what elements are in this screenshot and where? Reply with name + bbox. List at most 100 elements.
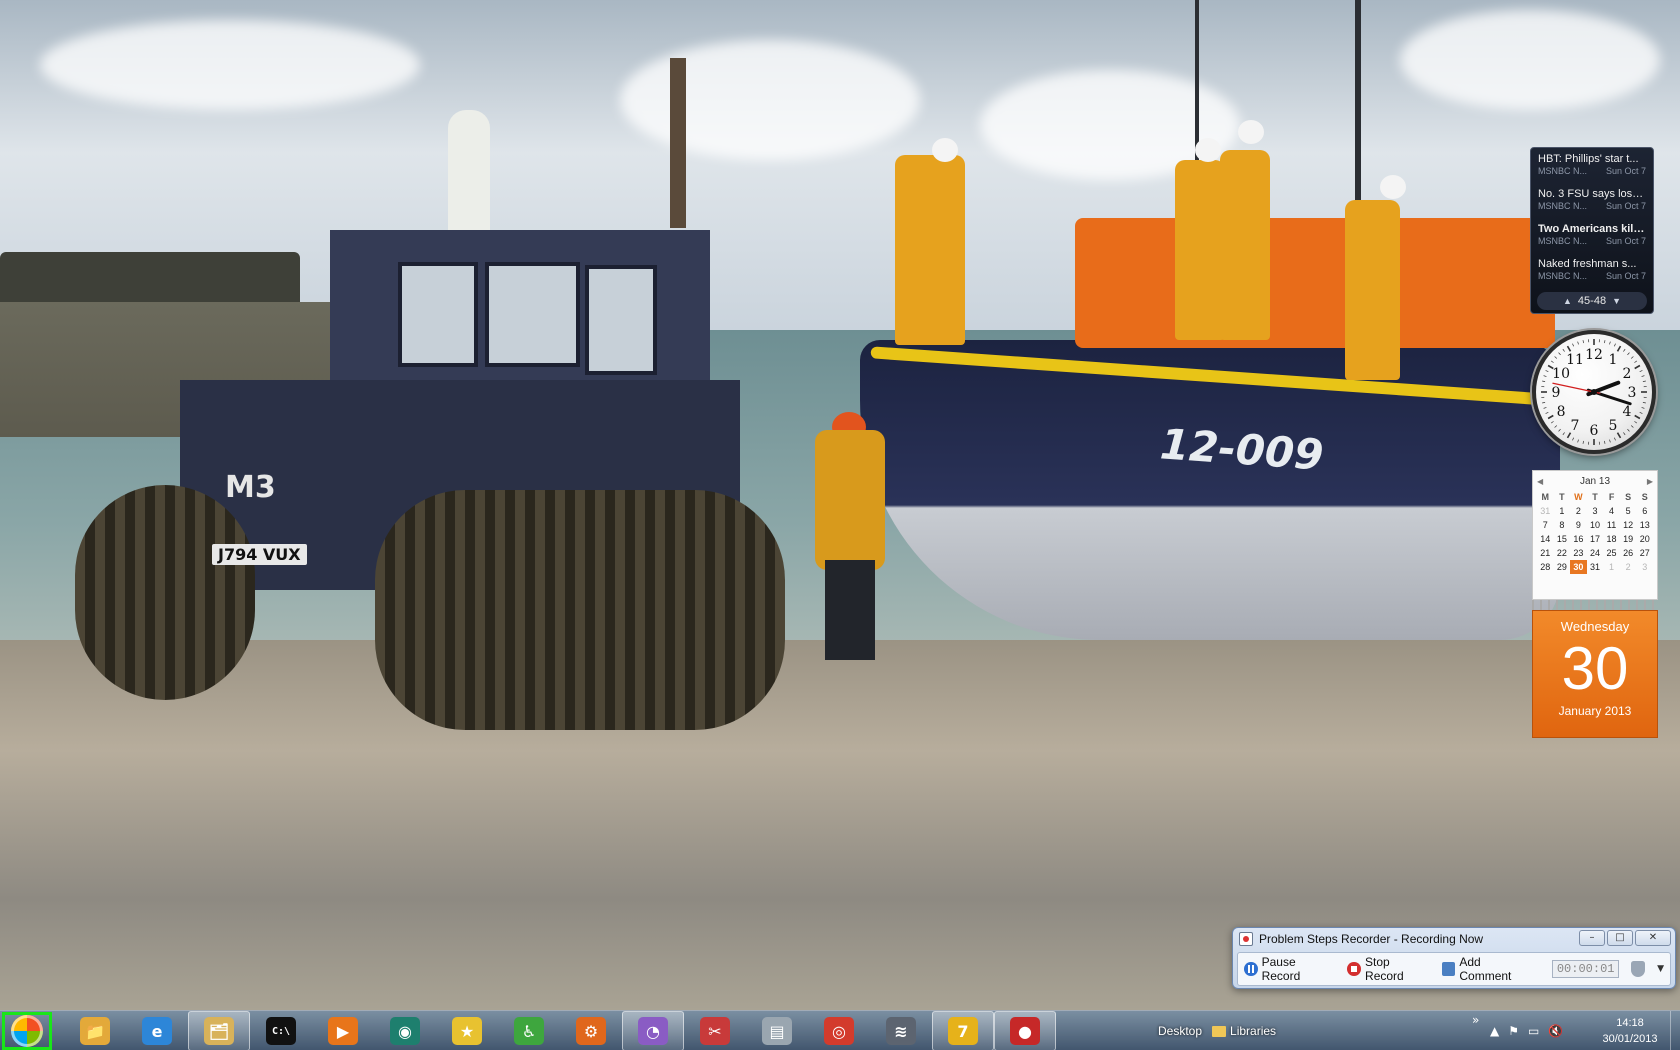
taskbar-button-accessibility[interactable]: ♿ xyxy=(498,1011,560,1050)
clock-numeral: 1 xyxy=(1609,352,1618,368)
taskbar-button-explorer-folders[interactable]: 📁 xyxy=(64,1011,126,1050)
calendar-day-cell[interactable]: 6 xyxy=(1636,504,1653,518)
show-hidden-icons-arrow-icon[interactable]: ▲ xyxy=(1490,1024,1499,1038)
clock-tick xyxy=(1577,341,1579,345)
calendar-day-cell[interactable]: 20 xyxy=(1636,532,1653,546)
calendar-day-cell[interactable]: 3 xyxy=(1587,504,1604,518)
calendar-day-cell[interactable]: 29 xyxy=(1554,560,1571,574)
calendar-day-cell[interactable]: 28 xyxy=(1537,560,1554,574)
wallpaper-crew-member xyxy=(895,155,965,345)
calendar-gadget: ◀ Jan 13 ▶ M T W T F S S 31 1 2 3 4 5 6 7 8 9 10 11 12 13 14 1… xyxy=(1532,470,1658,738)
calendar-weekday-header: M xyxy=(1541,492,1550,502)
calendar-day-cell[interactable]: 31 xyxy=(1587,560,1604,574)
calendar-day-cell[interactable]: 16 xyxy=(1570,532,1587,546)
taskbar-button-app-cache[interactable]: ⚙ xyxy=(560,1011,622,1050)
taskbar-button-disk-analyzer[interactable]: ◔ xyxy=(622,1011,684,1050)
taskbar-button-chrome[interactable]: ◎ xyxy=(808,1011,870,1050)
taskbar-button-internet-explorer[interactable]: e xyxy=(126,1011,188,1050)
calendar-day-cell[interactable]: 4 xyxy=(1603,504,1620,518)
maximize-button[interactable]: □ xyxy=(1607,930,1633,946)
desktop-toolbar[interactable]: Desktop xyxy=(1158,1024,1202,1038)
taskbar-button-media-player[interactable]: ▶ xyxy=(312,1011,374,1050)
taskbar-button-media-center[interactable]: ◉ xyxy=(374,1011,436,1050)
libraries-toolbar[interactable]: Libraries xyxy=(1212,1024,1276,1038)
calendar-next-month-button[interactable]: ▶ xyxy=(1647,477,1653,486)
calendar-day-cell[interactable]: 23 xyxy=(1570,546,1587,560)
news-item[interactable]: Two Americans kille... MSNBC N... Sun Oct … xyxy=(1531,220,1653,255)
calendar-day-cell[interactable]: 10 xyxy=(1587,518,1604,532)
taskbar-button-windows7-app[interactable]: 7 xyxy=(932,1011,994,1050)
calendar-day-cell[interactable]: 18 xyxy=(1603,532,1620,546)
toolbar-overflow-chevron-icon[interactable]: » xyxy=(1472,1013,1479,1027)
calendar-weekday-header: W xyxy=(1574,492,1583,502)
calendar-day-cell[interactable]: 25 xyxy=(1603,546,1620,560)
add-comment-button[interactable]: Add Comment xyxy=(1441,955,1534,983)
clock-numeral: 9 xyxy=(1552,385,1561,401)
calendar-day-cell[interactable]: 31 xyxy=(1537,504,1554,518)
calendar-day-cell[interactable]: 1 xyxy=(1554,504,1571,518)
news-item[interactable]: Naked freshman s... MSNBC N... Sun Oct 7 xyxy=(1531,255,1653,290)
calendar-day-cell[interactable]: 14 xyxy=(1537,532,1554,546)
calendar-weekday-header: T xyxy=(1559,492,1565,502)
calendar-day-cell[interactable]: 26 xyxy=(1620,546,1637,560)
taskbar-button-speech[interactable]: ≋ xyxy=(870,1011,932,1050)
news-next-button[interactable]: ▼ xyxy=(1612,296,1621,306)
clock-tick xyxy=(1623,348,1626,352)
calendar-day-cell[interactable]: 11 xyxy=(1603,518,1620,532)
news-pager: ▲ 45-48 ▼ xyxy=(1537,292,1647,310)
taskbar-button-favorites-tool[interactable]: ★ xyxy=(436,1011,498,1050)
calendar-day-cell[interactable]: 22 xyxy=(1554,546,1571,560)
pause-record-button[interactable]: Pause Record xyxy=(1244,955,1335,983)
news-item[interactable]: HBT: Phillips' star t... MSNBC N... Sun Oc… xyxy=(1531,150,1653,185)
calendar-day-cell[interactable]: 27 xyxy=(1636,546,1653,560)
calendar-day-cell[interactable]: 5 xyxy=(1620,504,1637,518)
calendar-day-cell[interactable]: 19 xyxy=(1620,532,1637,546)
news-meta: MSNBC N... Sun Oct 7 xyxy=(1538,166,1646,176)
stop-record-button[interactable]: Stop Record xyxy=(1347,955,1429,983)
taskbar-button-control-panel[interactable]: ▤ xyxy=(746,1011,808,1050)
calendar-day-cell[interactable]: 17 xyxy=(1587,532,1604,546)
psr-title-bar[interactable]: Problem Steps Recorder - Recording Now –… xyxy=(1233,928,1675,950)
help-dropdown-arrow-icon[interactable]: ▼ xyxy=(1657,964,1664,974)
libraries-folder-icon xyxy=(1212,1025,1227,1037)
calendar-day-cell[interactable]: 1 xyxy=(1603,560,1620,574)
calendar-day-cell[interactable]: 7 xyxy=(1537,518,1554,532)
calendar-day-cell[interactable]: 24 xyxy=(1587,546,1604,560)
clock-gadget: 12 1 2 3 4 5 6 7 8 9 10 11 xyxy=(1532,330,1656,454)
wallpaper-tractor-track xyxy=(75,485,255,700)
calendar-day-cell[interactable]: 2 xyxy=(1570,504,1587,518)
calendar-day-view[interactable]: Wednesday 30 January 2013 xyxy=(1532,610,1658,738)
clock-numeral: 10 xyxy=(1552,366,1570,382)
calendar-day-cell[interactable]: 15 xyxy=(1554,532,1571,546)
close-button[interactable]: ✕ xyxy=(1635,930,1671,946)
taskbar-button-file-manager[interactable]: 🗂 xyxy=(188,1011,250,1050)
calendar-day-cell[interactable]: 12 xyxy=(1620,518,1637,532)
calendar-weekday-header: S xyxy=(1641,492,1648,502)
taskbar-clock[interactable]: 14:18 30/01/2013 xyxy=(1590,1015,1670,1047)
calendar-day-cell[interactable]: 21 xyxy=(1537,546,1554,560)
calendar-day-cell[interactable]: 8 xyxy=(1554,518,1571,532)
news-source: MSNBC N... xyxy=(1538,271,1588,281)
steps-recorder-icon: ● xyxy=(1010,1017,1040,1045)
minimize-button[interactable]: – xyxy=(1579,930,1605,946)
network-icon[interactable]: ▭ xyxy=(1528,1024,1539,1038)
start-button[interactable] xyxy=(2,1012,52,1050)
taskbar-button-steps-recorder[interactable]: ● xyxy=(994,1011,1056,1050)
taskbar-button-snipping-tool[interactable]: ✂ xyxy=(684,1011,746,1050)
action-center-flag-icon[interactable]: ⚑ xyxy=(1508,1024,1519,1038)
desktop-wallpaper: 12-009 M3 J794 VUX xyxy=(0,0,1680,1010)
volume-muted-icon[interactable]: 🔇 xyxy=(1548,1024,1563,1038)
news-previous-button[interactable]: ▲ xyxy=(1563,296,1572,306)
shield-icon[interactable] xyxy=(1631,961,1646,977)
chrome-icon: ◎ xyxy=(824,1017,854,1045)
taskbar-button-command-prompt[interactable]: C:\ xyxy=(250,1011,312,1050)
news-item[interactable]: No. 3 FSU says loss... MSNBC N... Sun Oct … xyxy=(1531,185,1653,220)
wallpaper-tractor-mark: M3 xyxy=(225,470,276,505)
calendar-day-cell[interactable]: 3 xyxy=(1636,560,1653,574)
show-desktop-button[interactable] xyxy=(1670,1011,1680,1050)
calendar-day-cell[interactable]: 2 xyxy=(1620,560,1637,574)
calendar-prev-month-button[interactable]: ◀ xyxy=(1537,477,1543,486)
calendar-day-cell[interactable]: 13 xyxy=(1636,518,1653,532)
calendar-day-cell[interactable]: 9 xyxy=(1570,518,1587,532)
calendar-today-cell[interactable]: 30 xyxy=(1570,560,1587,574)
